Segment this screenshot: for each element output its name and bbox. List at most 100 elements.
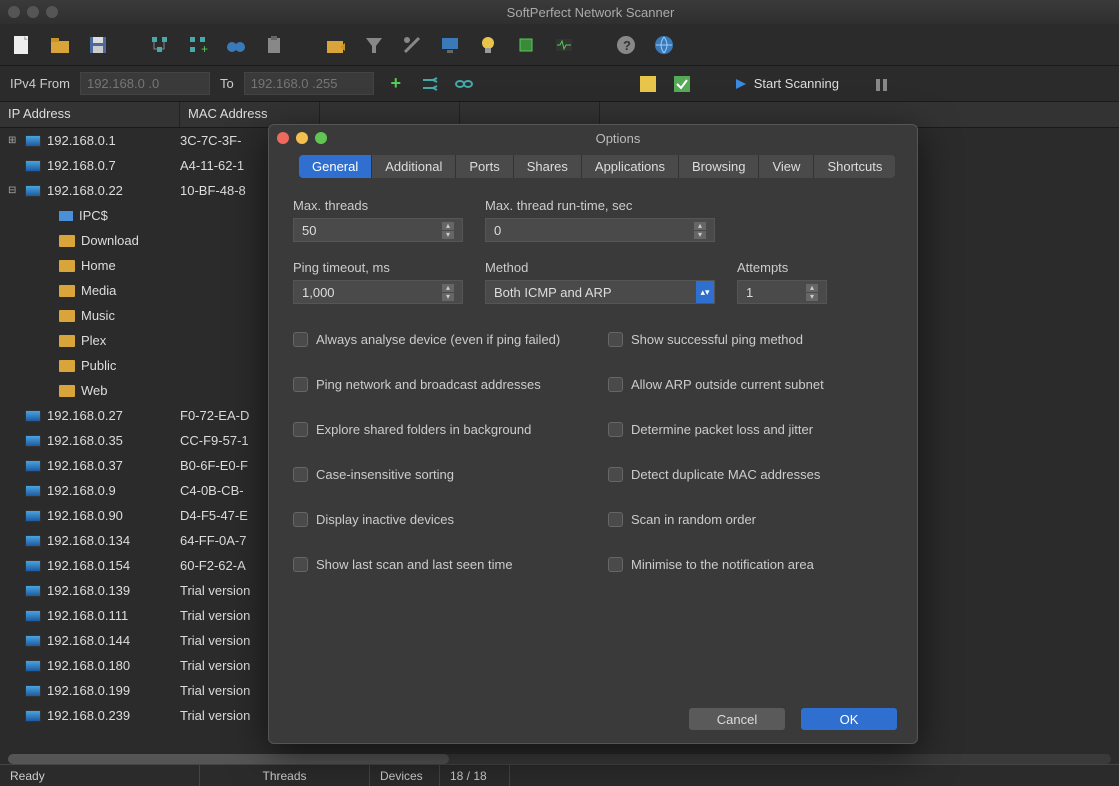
folder-icon — [59, 260, 75, 272]
app-title: SoftPerfect Network Scanner — [70, 5, 1111, 20]
checkbox-option[interactable]: Always analyse device (even if ping fail… — [293, 322, 578, 357]
note-icon[interactable] — [636, 72, 660, 96]
minimize-icon[interactable] — [27, 6, 39, 18]
tree-icon[interactable] — [148, 33, 172, 57]
ip-address: Web — [81, 383, 108, 398]
ip-address: 192.168.0.9 — [47, 483, 116, 498]
status-devices: Devices — [370, 765, 440, 786]
computer-icon — [25, 460, 41, 472]
checkbox-option[interactable]: Explore shared folders in background — [293, 412, 578, 447]
network-icon[interactable]: + — [186, 33, 210, 57]
main-toolbar: + ? — [0, 24, 1119, 66]
computer-icon — [25, 410, 41, 422]
checkbox-option[interactable]: Minimise to the notification area — [608, 547, 893, 582]
computer-icon — [25, 510, 41, 522]
checkbox-icon — [608, 467, 623, 482]
ip-address: 192.168.0.239 — [47, 708, 130, 723]
dialog-close-icon[interactable] — [277, 132, 289, 144]
computer-icon — [25, 585, 41, 597]
ip-from-input[interactable] — [80, 72, 210, 95]
window-controls[interactable] — [8, 6, 58, 18]
ip-address: 192.168.0.7 — [47, 158, 116, 173]
zoom-icon[interactable] — [46, 6, 58, 18]
dialog-title: Options — [327, 131, 909, 146]
computer-icon — [25, 610, 41, 622]
open-folder-icon[interactable] — [48, 33, 72, 57]
status-count: 18 / 18 — [440, 765, 510, 786]
checkbox-option[interactable]: Scan in random order — [608, 502, 893, 537]
col-ip[interactable]: IP Address — [0, 102, 180, 127]
binoculars-icon[interactable] — [224, 33, 248, 57]
tab-applications[interactable]: Applications — [582, 155, 679, 178]
check-icon[interactable] — [670, 72, 694, 96]
ip-address: Plex — [81, 333, 106, 348]
filter-icon[interactable] — [362, 33, 386, 57]
computer-icon — [25, 535, 41, 547]
checkbox-option[interactable]: Ping network and broadcast addresses — [293, 367, 578, 402]
ip-address: 192.168.0.90 — [47, 508, 123, 523]
checkbox-option[interactable]: Case-insensitive sorting — [293, 457, 578, 492]
link-icon[interactable] — [452, 72, 476, 96]
shuffle-icon[interactable] — [418, 72, 442, 96]
expand-icon[interactable]: ⊟ — [8, 185, 19, 196]
ping-timeout-input[interactable]: 1,000▴▾ — [293, 280, 463, 304]
ip-address: 192.168.0.27 — [47, 408, 123, 423]
tab-ports[interactable]: Ports — [456, 155, 513, 178]
checkbox-option[interactable]: Detect duplicate MAC addresses — [608, 457, 893, 492]
dialog-zoom-icon[interactable] — [315, 132, 327, 144]
ip-address: 192.168.0.35 — [47, 433, 123, 448]
status-threads: Threads — [200, 765, 370, 786]
start-scanning-button[interactable]: Start Scanning — [734, 76, 839, 91]
tab-shares[interactable]: Shares — [514, 155, 582, 178]
save-icon[interactable] — [86, 33, 110, 57]
folder-icon — [59, 235, 75, 247]
checkbox-icon — [608, 332, 623, 347]
computer-icon — [25, 485, 41, 497]
computer-icon — [25, 560, 41, 572]
checkbox-icon — [293, 422, 308, 437]
tab-general[interactable]: General — [299, 155, 372, 178]
checkbox-option[interactable]: Display inactive devices — [293, 502, 578, 537]
clipboard-icon[interactable] — [262, 33, 286, 57]
dialog-titlebar: Options — [269, 125, 917, 151]
checkbox-icon — [608, 557, 623, 572]
lightbulb-icon[interactable] — [476, 33, 500, 57]
ip-address: 192.168.0.139 — [47, 583, 130, 598]
attempts-input[interactable]: 1▴▾ — [737, 280, 827, 304]
checkbox-icon — [293, 332, 308, 347]
ip-address: 192.168.0.134 — [47, 533, 130, 548]
help-icon[interactable]: ? — [614, 33, 638, 57]
field-max-runtime: Max. thread run-time, sec 0▴▾ — [485, 198, 715, 242]
monitor-icon[interactable] — [438, 33, 462, 57]
computer-icon — [25, 635, 41, 647]
ip-address: 192.168.0.199 — [47, 683, 130, 698]
ip-to-input[interactable] — [244, 72, 374, 95]
dialog-minimize-icon[interactable] — [296, 132, 308, 144]
ok-button[interactable]: OK — [801, 708, 897, 730]
tab-browsing[interactable]: Browsing — [679, 155, 759, 178]
max-runtime-input[interactable]: 0▴▾ — [485, 218, 715, 242]
tab-shortcuts[interactable]: Shortcuts — [814, 155, 895, 178]
add-range-icon[interactable]: + — [384, 72, 408, 96]
checkbox-option[interactable]: Show last scan and last seen time — [293, 547, 578, 582]
tab-view[interactable]: View — [759, 155, 814, 178]
horizontal-scrollbar[interactable] — [8, 754, 1111, 764]
new-file-icon[interactable] — [10, 33, 34, 57]
checkbox-option[interactable]: Allow ARP outside current subnet — [608, 367, 893, 402]
open-recent-icon[interactable] — [324, 33, 348, 57]
tab-additional[interactable]: Additional — [372, 155, 456, 178]
computer-icon — [25, 185, 41, 197]
globe-icon[interactable] — [652, 33, 676, 57]
checkbox-option[interactable]: Determine packet loss and jitter — [608, 412, 893, 447]
pause-icon[interactable] — [869, 72, 893, 96]
cancel-button[interactable]: Cancel — [689, 708, 785, 730]
method-select[interactable]: Both ICMP and ARP▴▾ — [485, 280, 715, 304]
expand-icon[interactable]: ⊞ — [8, 135, 19, 146]
close-icon[interactable] — [8, 6, 20, 18]
tools-icon[interactable] — [400, 33, 424, 57]
checkbox-option[interactable]: Show successful ping method — [608, 322, 893, 357]
activity-icon[interactable] — [552, 33, 576, 57]
chip-icon[interactable] — [514, 33, 538, 57]
max-threads-input[interactable]: 50▴▾ — [293, 218, 463, 242]
folder-icon — [59, 310, 75, 322]
